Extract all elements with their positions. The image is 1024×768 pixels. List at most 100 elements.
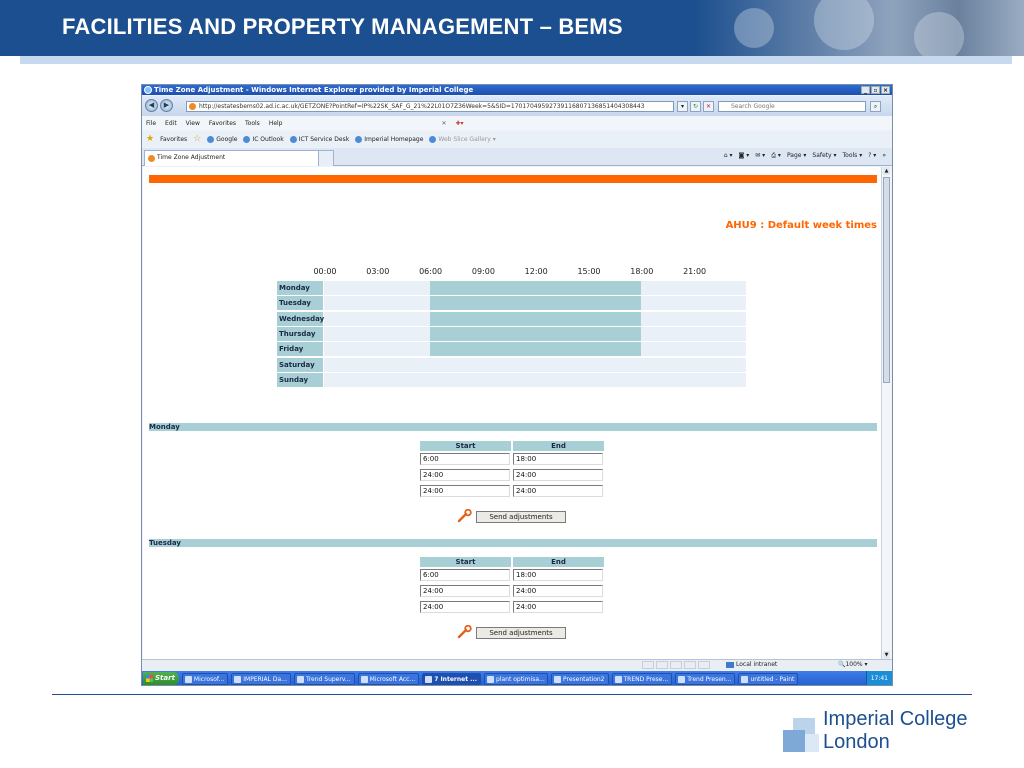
refresh-icon[interactable]: ↻: [690, 101, 701, 112]
menu-view[interactable]: View: [186, 120, 200, 127]
stop-icon[interactable]: ✕: [703, 101, 714, 112]
zoom-level[interactable]: 🔍100% ▾: [838, 660, 868, 670]
day-label: Friday: [277, 342, 323, 357]
taskbar-item[interactable]: untitled - Paint: [738, 672, 799, 685]
fav-link-ic-outlook[interactable]: IC Outlook: [243, 135, 284, 143]
restore-button[interactable]: ▫: [871, 86, 880, 94]
home-icon[interactable]: ⌂ ▾: [724, 152, 733, 160]
fav-link-ict-service-desk[interactable]: ICT Service Desk: [289, 135, 349, 143]
taskbar-item[interactable]: Trend Presen...: [675, 672, 736, 685]
new-tab-button[interactable]: [318, 150, 334, 166]
fav-link-web-slice-gallery[interactable]: Web Slice Gallery ▾: [429, 135, 496, 143]
ie-page-icon: [243, 135, 251, 143]
start-button[interactable]: Start: [143, 672, 179, 685]
search-input[interactable]: Search Google: [718, 101, 866, 112]
start-time-input[interactable]: [420, 585, 510, 597]
menu-edit[interactable]: Edit: [165, 120, 177, 127]
search-icon[interactable]: ⌕: [870, 101, 881, 112]
ie-logo-icon: [144, 86, 152, 94]
send-adjustments-button[interactable]: Send adjustments: [476, 511, 566, 523]
chevron-more-icon[interactable]: »: [882, 152, 886, 160]
end-time-input[interactable]: [513, 485, 603, 497]
imperial-college-logo: Imperial College London: [783, 708, 983, 758]
scroll-down-icon[interactable]: ▼: [883, 651, 890, 659]
day-label: Saturday: [277, 357, 323, 372]
schedule-row: Friday: [277, 342, 747, 357]
wrench-icon: [457, 624, 473, 639]
close-button[interactable]: ×: [881, 86, 890, 94]
header-photo: [694, 0, 1024, 56]
close-toolbar-icon[interactable]: ✕: [442, 120, 447, 127]
day-label: Tuesday: [277, 296, 323, 311]
menu-favorites[interactable]: Favorites: [209, 120, 236, 127]
minimize-button[interactable]: _: [861, 86, 870, 94]
end-time-input[interactable]: [513, 585, 603, 597]
hour-label: 03:00: [366, 267, 390, 276]
end-header: End: [513, 557, 604, 567]
taskbar-item[interactable]: TREND Prese...: [611, 672, 673, 685]
tab-row: Time Zone Adjustment ⌂ ▾ ◙ ▾ ✉ ▾ ⎙ ▾ Pag…: [142, 148, 892, 166]
end-time-input[interactable]: [513, 569, 603, 581]
help-icon[interactable]: ? ▾: [868, 152, 876, 160]
scroll-up-icon[interactable]: ▲: [883, 167, 890, 175]
status-cell: [642, 661, 654, 669]
end-time-input[interactable]: [513, 601, 603, 613]
taskbar-item[interactable]: Microsoft Acc...: [357, 672, 420, 685]
end-time-input[interactable]: [513, 469, 603, 481]
orange-header-bar: [149, 175, 877, 183]
feeds-icon[interactable]: ◙ ▾: [739, 152, 750, 160]
occupied-period: [429, 311, 641, 326]
start-time-input[interactable]: [420, 453, 510, 465]
taskbar-item[interactable]: 7 Internet ...: [422, 672, 481, 685]
taskbar-item[interactable]: plant optimisa...: [484, 672, 548, 685]
taskbar-item[interactable]: Trend Superv...: [293, 672, 355, 685]
hour-label: 12:00: [524, 267, 548, 276]
start-time-input[interactable]: [420, 569, 510, 581]
end-time-input[interactable]: [513, 453, 603, 465]
slide-title: FACILITIES AND PROPERTY MANAGEMENT – BEM…: [62, 14, 623, 39]
day-track: [324, 372, 746, 387]
menu-file[interactable]: File: [146, 120, 156, 127]
day-track: [324, 357, 746, 372]
address-dropdown-icon[interactable]: ▾: [677, 101, 688, 112]
menu-tools[interactable]: Tools: [245, 120, 260, 127]
header-band: [20, 56, 1012, 64]
taskbar-item[interactable]: IMPERIAL Da...: [231, 672, 291, 685]
favorites-button[interactable]: Favorites: [160, 136, 187, 143]
system-tray-clock[interactable]: 17:41: [865, 671, 892, 685]
search-placeholder: Search Google: [731, 103, 775, 110]
favorites-star-icon[interactable]: ★: [146, 134, 154, 144]
back-icon[interactable]: ◀: [145, 99, 158, 112]
logo-line-1: Imperial College: [823, 708, 968, 730]
fav-link-imperial-homepage[interactable]: Imperial Homepage: [355, 135, 423, 143]
taskbar-item[interactable]: Presentation2: [551, 672, 609, 685]
safety-menu[interactable]: Safety ▾: [812, 152, 836, 160]
occupied-period: [429, 296, 641, 311]
send-adjustments-button[interactable]: Send adjustments: [476, 627, 566, 639]
address-bar[interactable]: http://estatesbems02.ad.ic.ac.uk/GETZONE…: [186, 101, 674, 112]
addon-icon[interactable]: ✚▾: [456, 120, 464, 127]
print-icon[interactable]: ⎙ ▾: [771, 152, 781, 160]
scroll-thumb[interactable]: [883, 177, 890, 383]
vertical-scrollbar[interactable]: ▲ ▼: [881, 167, 891, 659]
forward-icon[interactable]: ▶: [160, 99, 173, 112]
mail-icon[interactable]: ✉ ▾: [755, 152, 765, 160]
menu-help[interactable]: Help: [269, 120, 283, 127]
page-menu[interactable]: Page ▾: [787, 152, 806, 160]
add-favorite-icon[interactable]: ☆: [193, 134, 201, 144]
wrench-icon: [457, 508, 473, 523]
start-time-input[interactable]: [420, 485, 510, 497]
security-zone[interactable]: Local intranet: [726, 660, 777, 670]
start-time-input[interactable]: [420, 601, 510, 613]
schedule-row: Wednesday: [277, 311, 747, 326]
taskbar-item[interactable]: Microsof...: [181, 672, 229, 685]
schedule-title: AHU9 : Default week times: [725, 220, 877, 231]
tab-time-zone-adjustment[interactable]: Time Zone Adjustment: [144, 150, 334, 166]
fav-link-google[interactable]: Google: [207, 135, 237, 143]
tools-menu[interactable]: Tools ▾: [843, 152, 863, 160]
start-time-input[interactable]: [420, 469, 510, 481]
windows-taskbar: Start Microsof... IMPERIAL Da... Trend Sup…: [142, 671, 892, 685]
status-cell: [684, 661, 696, 669]
page-content: AHU9 : Default week times 00:00 03:00 06:0…: [143, 167, 881, 659]
slide-header: FACILITIES AND PROPERTY MANAGEMENT – BEM…: [0, 0, 1024, 56]
